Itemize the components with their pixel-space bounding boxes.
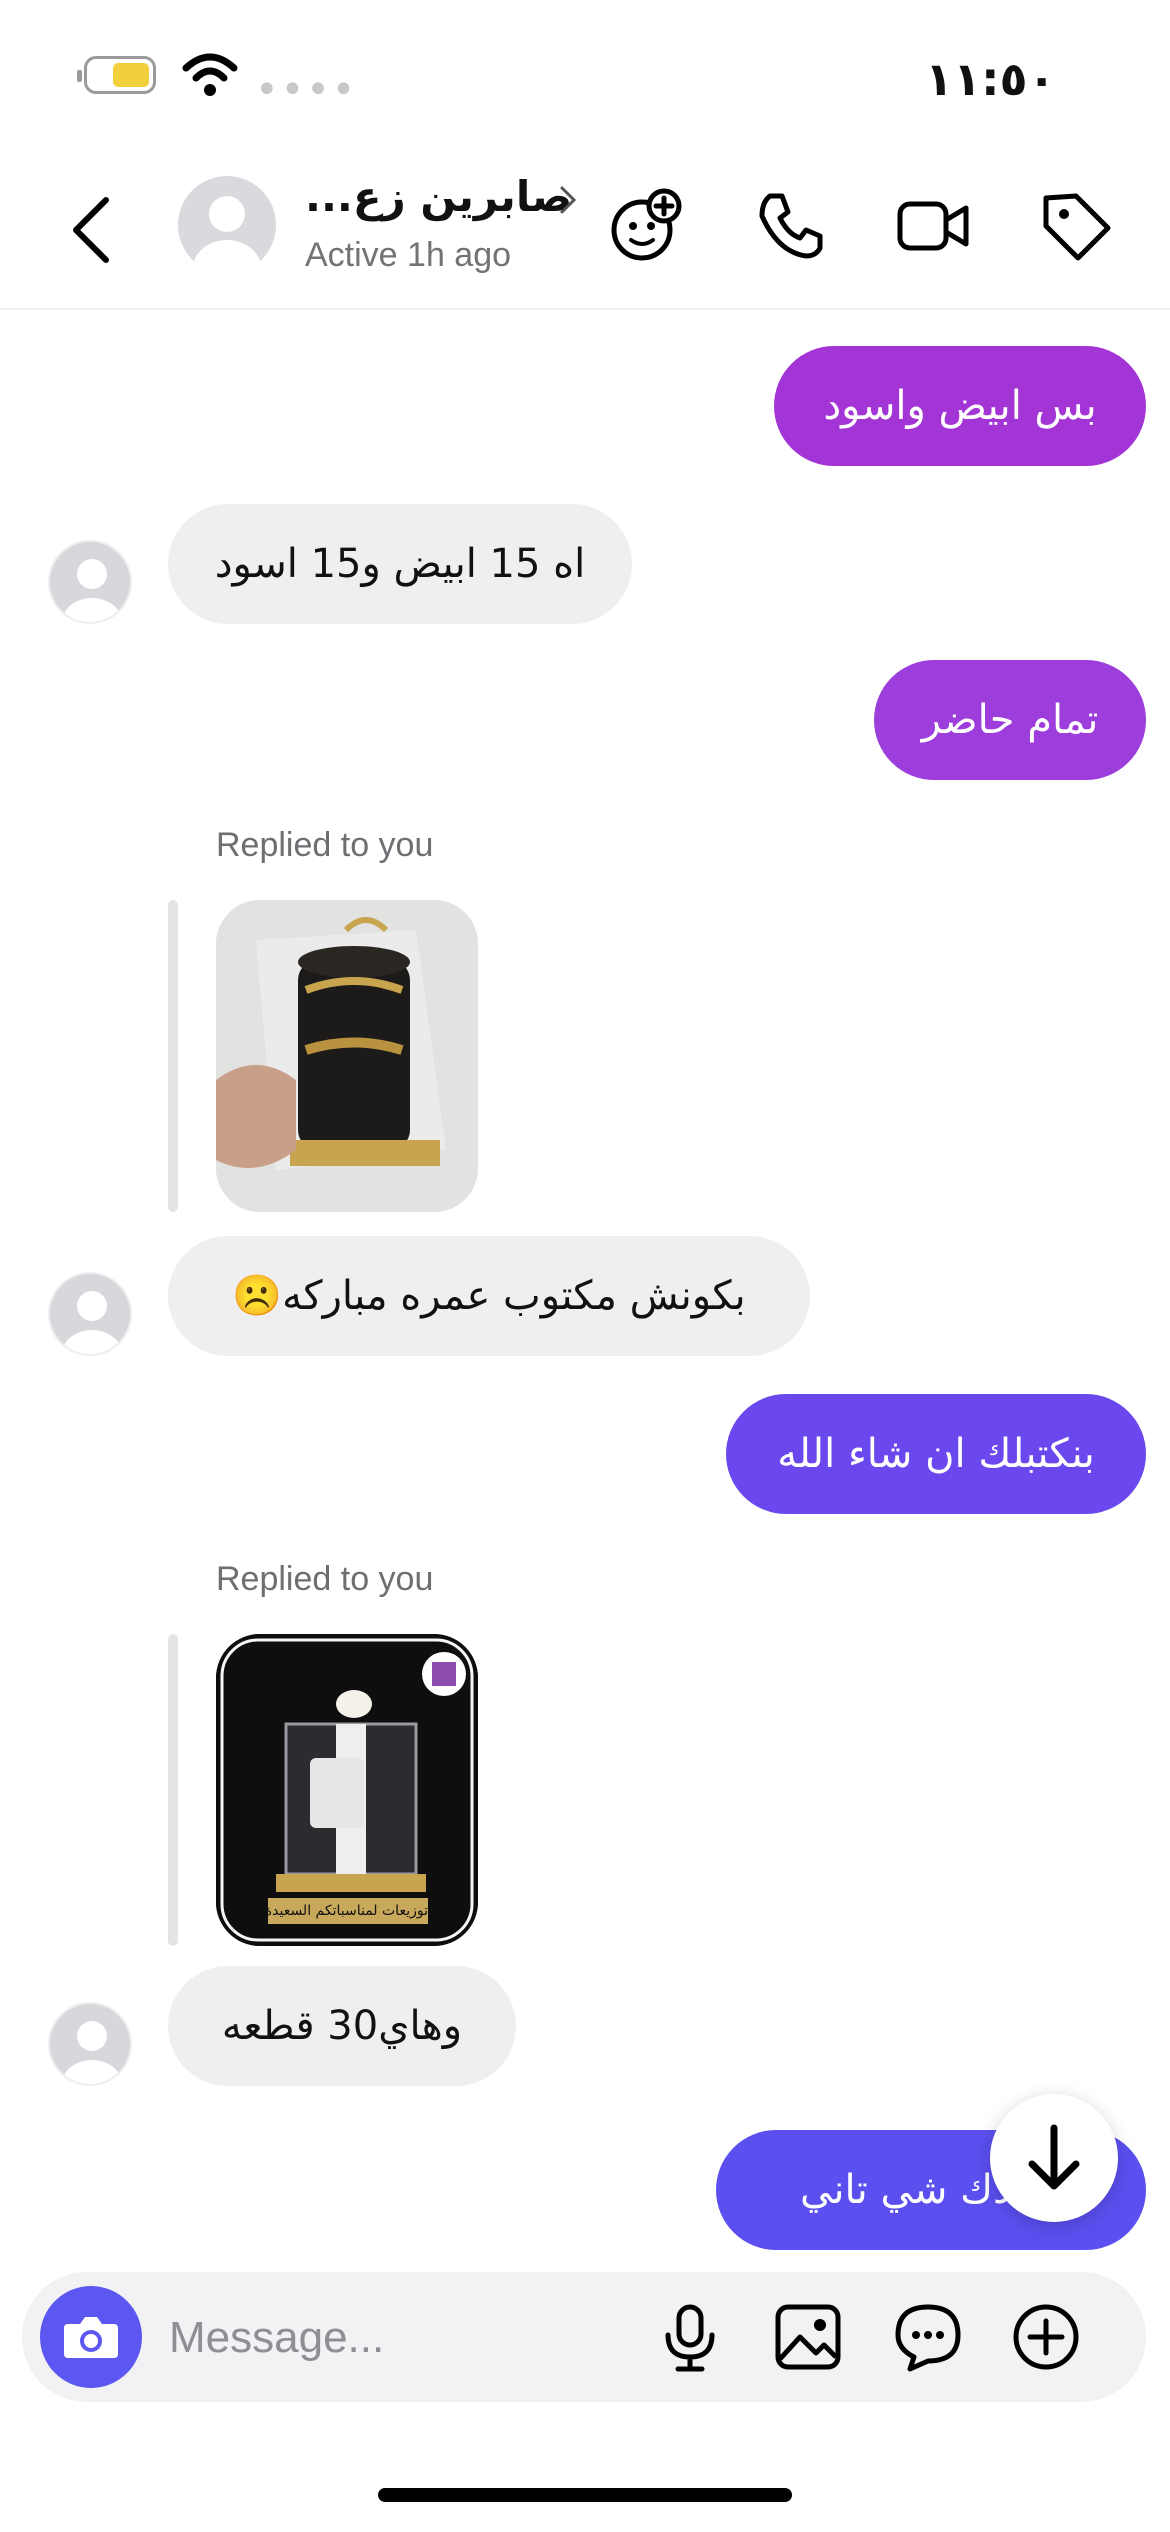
replied-label: Replied to you — [216, 826, 434, 864]
message-bubble-incoming[interactable]: بكونش مكتوب عمره مباركه☹️ — [168, 1236, 810, 1356]
microphone-icon[interactable] — [650, 2297, 730, 2377]
battery-icon — [77, 56, 156, 94]
avatar-silhouette-icon — [62, 1291, 122, 1354]
home-indicator — [378, 2488, 792, 2502]
message-bubble-incoming[interactable]: اه 15 ابيض و15 اسود — [168, 504, 632, 624]
sticker-icon[interactable] — [888, 2297, 968, 2377]
replied-image-container-photo[interactable] — [216, 900, 478, 1212]
gift-box-caption: توزيعات لمناسباتكم السعيدة — [268, 1898, 428, 1924]
status-bar: •••• ١١:٥٠ — [0, 0, 1170, 150]
reply-line — [168, 900, 178, 1212]
message-composer — [22, 2272, 1146, 2402]
replied-image-giftbox-photo[interactable]: توزيعات لمناسباتكم السعيدة — [216, 1634, 478, 1946]
camera-icon — [64, 2317, 118, 2358]
replied-label: Replied to you — [216, 1560, 434, 1598]
back-arrow-icon[interactable] — [64, 190, 118, 270]
chat-header: صابرين زع... Active 1h ago — [0, 150, 1170, 310]
sender-avatar[interactable] — [48, 2002, 132, 2086]
avatar-silhouette-icon — [62, 559, 122, 622]
arrow-down-icon — [1028, 2124, 1080, 2190]
message-bubble-outgoing[interactable]: تمام حاضر — [874, 660, 1146, 780]
signal-dots: •••• — [255, 67, 358, 113]
scroll-to-bottom-button[interactable] — [990, 2094, 1118, 2222]
tag-icon[interactable] — [1036, 186, 1116, 266]
plus-icon[interactable] — [1006, 2297, 1086, 2377]
active-status: Active 1h ago — [305, 236, 512, 274]
message-input[interactable] — [167, 2292, 651, 2384]
reply-line — [168, 1634, 178, 1946]
sender-avatar[interactable] — [48, 540, 132, 624]
video-icon[interactable] — [894, 186, 974, 266]
status-time: ١١:٥٠ — [925, 52, 1056, 106]
wifi-icon — [182, 53, 238, 96]
contact-avatar[interactable] — [178, 176, 276, 274]
gallery-icon[interactable] — [768, 2297, 848, 2377]
add-effects-icon[interactable] — [606, 186, 686, 266]
message-bubble-outgoing[interactable]: بس ابيض واسود — [774, 346, 1146, 466]
message-bubble-incoming[interactable]: وهاي30 قطعه — [168, 1966, 516, 2086]
avatar-silhouette-icon — [193, 196, 261, 274]
avatar-silhouette-icon — [62, 2021, 122, 2084]
phone-icon[interactable] — [750, 186, 830, 266]
contact-name[interactable]: صابرين زع... — [305, 172, 572, 221]
sender-avatar[interactable] — [48, 1272, 132, 1356]
camera-button[interactable] — [40, 2286, 142, 2388]
chevron-right-icon[interactable] — [556, 180, 580, 220]
container-photo — [216, 900, 478, 1212]
message-bubble-outgoing[interactable]: بنكتبلك ان شاء الله — [726, 1394, 1146, 1514]
